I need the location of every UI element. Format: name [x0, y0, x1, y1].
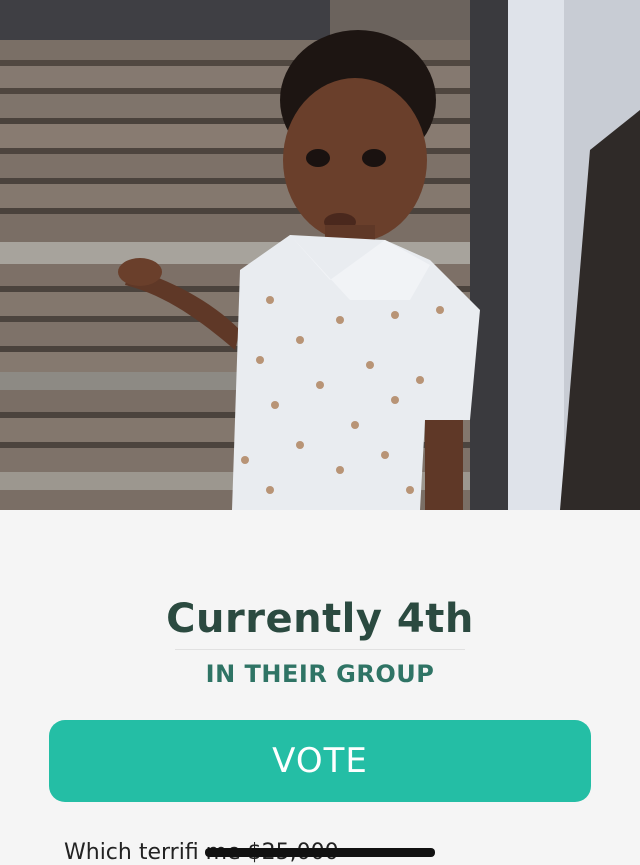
- vote-button[interactable]: VOTE: [49, 720, 591, 802]
- divider: [175, 649, 465, 650]
- ranking-card: Currently 4th IN THEIR GROUP VOTE Which …: [0, 510, 640, 865]
- contestant-photo: [0, 0, 640, 510]
- rank-position: Currently 4th: [166, 596, 474, 642]
- rank-group-label: IN THEIR GROUP: [205, 660, 435, 688]
